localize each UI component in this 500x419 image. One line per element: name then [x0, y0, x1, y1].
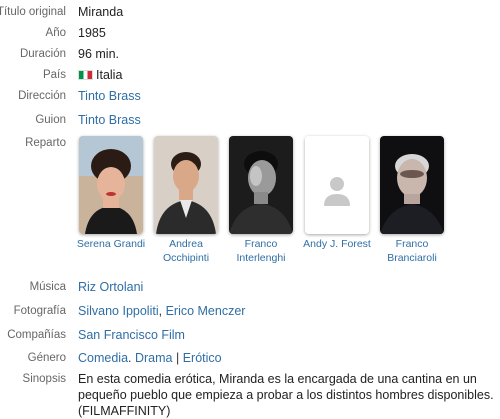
- cast-name-line[interactable]: Branciaroli: [374, 251, 450, 265]
- cast-name-line[interactable]: Franco: [223, 237, 299, 251]
- value-pais: Italia: [78, 66, 122, 84]
- label-duracion: Duración: [19, 48, 66, 60]
- row-direccion: Dirección Tinto Brass: [0, 87, 500, 105]
- separator: ,: [158, 304, 166, 318]
- italy-flag-icon: [78, 70, 93, 80]
- value-guion: Tinto Brass: [78, 111, 141, 129]
- cast-name-line[interactable]: Franco: [374, 237, 450, 251]
- row-duracion: Duración 96 min.: [0, 45, 500, 63]
- cast-name-line[interactable]: Andy J. Forest: [299, 237, 375, 251]
- cast-photo-andy-j-forest[interactable]: [305, 136, 369, 234]
- label-fotografia: Fotografía: [13, 305, 66, 317]
- label-companias: Compañías: [7, 329, 66, 341]
- cast-photo-andrea-occhipinti[interactable]: [154, 136, 218, 234]
- cast-name-line[interactable]: Serena Grandi: [73, 237, 149, 251]
- separator: |: [172, 351, 183, 365]
- value-direccion: Tinto Brass: [78, 87, 141, 105]
- row-genero: Género Comedia. Drama | Erótico: [0, 349, 500, 367]
- separator: .: [128, 351, 135, 365]
- label-titulo: Título original: [0, 6, 66, 18]
- placeholder-person-icon: [305, 136, 369, 234]
- cast-name-line[interactable]: Interlenghi: [223, 251, 299, 265]
- label-reparto: Reparto: [25, 137, 66, 149]
- row-guion: Guion Tinto Brass: [0, 111, 500, 129]
- label-anio: Año: [45, 27, 66, 39]
- cast-name-serena-grandi[interactable]: Serena Grandi: [73, 237, 149, 251]
- cast-name-franco-interlenghi[interactable]: Franco Interlenghi: [223, 237, 299, 265]
- cast-name-andrea-occhipinti[interactable]: Andrea Occhipinti: [148, 237, 224, 265]
- cast-name-line[interactable]: Occhipinti: [148, 251, 224, 265]
- row-fotografia: Fotografía Silvano Ippoliti, Erico Mencz…: [0, 302, 500, 320]
- value-fotografia: Silvano Ippoliti, Erico Menczer: [78, 302, 245, 320]
- cast-name-franco-branciaroli[interactable]: Franco Branciaroli: [374, 237, 450, 265]
- cast-name-line[interactable]: Andrea: [148, 237, 224, 251]
- composer-link[interactable]: Riz Ortolani: [78, 280, 143, 294]
- director-link[interactable]: Tinto Brass: [78, 89, 141, 103]
- cast-photo-franco-interlenghi[interactable]: [229, 136, 293, 234]
- cast-name-andy-j-forest[interactable]: Andy J. Forest: [299, 237, 375, 251]
- value-duracion: 96 min.: [78, 47, 119, 61]
- genre-link-comedia[interactable]: Comedia: [78, 351, 128, 365]
- row-pais: País Italia: [0, 66, 500, 84]
- company-link[interactable]: San Francisco Film: [78, 328, 185, 342]
- actor-photo: [79, 136, 143, 234]
- cinematographer-link[interactable]: Silvano Ippoliti: [78, 304, 159, 318]
- writer-link[interactable]: Tinto Brass: [78, 113, 141, 127]
- label-guion: Guion: [35, 114, 66, 126]
- cinematographer-link[interactable]: Erico Menczer: [166, 304, 246, 318]
- cast-photo-franco-branciaroli[interactable]: [380, 136, 444, 234]
- label-direccion: Dirección: [18, 90, 66, 102]
- row-titulo: Título original Miranda: [0, 3, 500, 21]
- row-anio: Año 1985: [0, 24, 500, 42]
- actor-photo: [380, 136, 444, 234]
- value-titulo: Miranda: [78, 5, 124, 19]
- row-companias: Compañías San Francisco Film: [0, 326, 500, 344]
- label-pais: País: [42, 69, 66, 81]
- actor-photo: [154, 136, 218, 234]
- cast-photo-serena-grandi[interactable]: [79, 136, 143, 234]
- genre-link-erotico[interactable]: Erótico: [183, 351, 222, 365]
- genre-link-drama[interactable]: Drama: [135, 351, 173, 365]
- label-sinopsis: Sinopsis: [22, 373, 66, 385]
- actor-photo: [229, 136, 293, 234]
- label-genero: Género: [27, 352, 66, 364]
- value-anio: 1985: [78, 26, 106, 40]
- value-genero: Comedia. Drama | Erótico: [78, 349, 222, 367]
- row-musica: Música Riz Ortolani: [0, 278, 500, 296]
- country-name: Italia: [96, 68, 123, 82]
- value-companias: San Francisco Film: [78, 326, 185, 344]
- value-musica: Riz Ortolani: [78, 278, 143, 296]
- label-musica: Música: [29, 281, 66, 293]
